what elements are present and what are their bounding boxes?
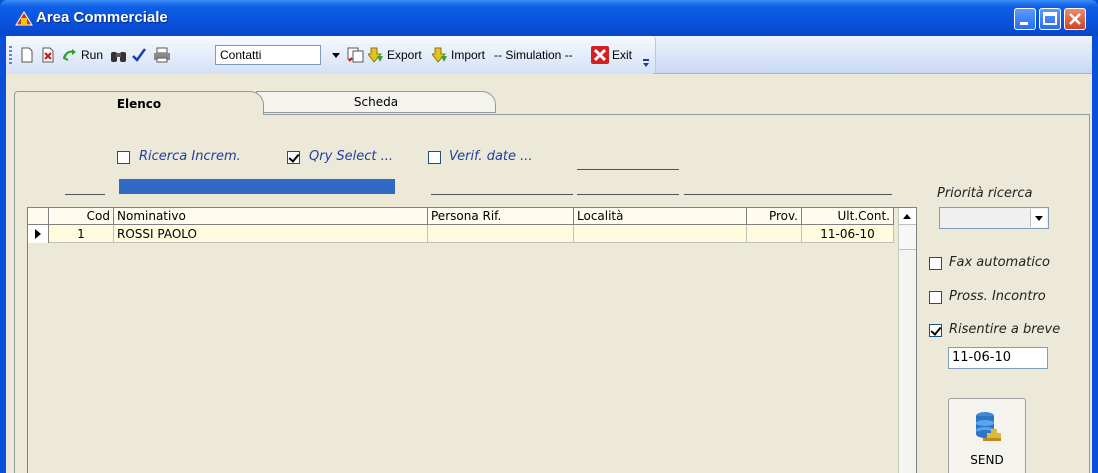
table-row[interactable]: 1 ROSSI PAOLO 11-06-10 [28, 225, 894, 243]
chevron-up-icon [903, 214, 911, 219]
risentire-date-field[interactable]: 11-06-10 [948, 347, 1048, 369]
table-select-value: Contatti [220, 48, 262, 62]
contacts-grid: Cod Nominativo Persona Rif. Località Pro… [27, 207, 917, 473]
exit-button[interactable]: Exit [591, 46, 632, 64]
simulation-label: -- Simulation -- [494, 48, 573, 62]
maximize-icon [1043, 12, 1057, 25]
close-icon [1069, 13, 1081, 25]
app-logo-icon [15, 11, 33, 26]
print-button[interactable] [153, 46, 171, 64]
export-arrow-icon [368, 47, 383, 63]
send-label: SEND [970, 453, 1004, 467]
persona-filter-field[interactable] [431, 194, 573, 195]
import-arrow-icon [432, 47, 447, 63]
copy-documents-icon [347, 47, 364, 63]
import-label: Import [451, 48, 486, 62]
database-send-icon [976, 412, 1001, 441]
grid-header: Cod Nominativo Persona Rif. Località Pro… [28, 208, 894, 225]
ricerca-increm-label: Ricerca Increm. [139, 149, 241, 164]
new-button[interactable] [20, 46, 34, 64]
minimize-button[interactable] [1014, 8, 1036, 30]
col-nominativo[interactable]: Nominativo [114, 208, 428, 225]
export-button[interactable]: Export [368, 46, 422, 64]
run-arrows-icon [62, 49, 76, 61]
col-localita[interactable]: Località [574, 208, 747, 225]
verif-date-checkbox[interactable] [428, 151, 441, 164]
row-pointer-icon [35, 229, 41, 239]
printer-icon [154, 47, 170, 63]
tab-scheda-label: Scheda [353, 95, 399, 109]
toolbar-grip[interactable] [9, 46, 12, 64]
risentire-breve-checkbox[interactable] [929, 324, 942, 337]
qry-select-checkbox[interactable] [287, 151, 300, 164]
risentire-breve-label: Risentire a breve [949, 322, 1061, 337]
grid-header-indicator [28, 208, 49, 225]
run-button[interactable]: Run [62, 46, 103, 64]
ricerca-increm-checkbox[interactable] [117, 151, 130, 164]
chevron-down-icon [1035, 216, 1043, 221]
new-document-icon [21, 47, 33, 63]
copy-button[interactable] [347, 46, 365, 64]
chevron-down-icon[interactable] [331, 48, 341, 62]
priorita-label: Priorità ricerca [937, 186, 1033, 201]
delete-button[interactable] [40, 46, 56, 64]
pross-incontro-label: Pross. Incontro [949, 289, 1046, 304]
exit-x-icon [591, 46, 609, 64]
cell-localita [574, 225, 747, 243]
import-button[interactable]: Import [432, 46, 485, 64]
col-ult-cont[interactable]: Ult.Cont. [802, 208, 894, 225]
minimize-icon [1020, 22, 1028, 25]
tab-elenco-label: Elenco [116, 96, 162, 111]
fax-automatico-checkbox[interactable] [929, 257, 942, 270]
toolbar-strip: Run Contatti Export Import -- Simulation… [6, 36, 656, 74]
cell-nominativo: ROSSI PAOLO [114, 225, 428, 243]
verif-date-label: Verif. date ... [449, 149, 533, 164]
priorita-select[interactable] [939, 207, 1049, 229]
priorita-dropdown-button[interactable] [1030, 209, 1047, 227]
confirm-button[interactable] [131, 46, 147, 64]
col-cod[interactable]: Cod [49, 208, 114, 225]
run-label: Run [81, 48, 104, 62]
elenco-page: Ricerca Increm. Qry Select ... Verif. da… [14, 114, 1090, 473]
checkmark-icon [132, 48, 147, 62]
send-button[interactable]: SEND [948, 398, 1026, 473]
col-prov[interactable]: Prov. [747, 208, 802, 225]
main-panel: Elenco Scheda Ricerca Increm. Qry Select… [6, 74, 1092, 473]
cell-ult-cont: 11-06-10 [802, 225, 894, 243]
qry-select-label: Qry Select ... [309, 149, 394, 164]
toolbar-overflow-icon[interactable] [642, 58, 650, 68]
app-window: Area Commerciale Run Contatti Export Imp… [0, 0, 1098, 473]
toolbar: Run Contatti Export Import -- Simulation… [6, 36, 1092, 74]
exit-label: Exit [612, 48, 633, 62]
localita-filter-field[interactable] [577, 194, 679, 195]
cell-cod: 1 [49, 225, 114, 243]
simulation-button[interactable]: -- Simulation -- [494, 46, 573, 64]
export-label: Export [387, 48, 422, 62]
tab-scheda[interactable]: Scheda [256, 91, 496, 113]
fax-automatico-label: Fax automatico [949, 255, 1050, 270]
title-bar[interactable]: Area Commerciale [0, 0, 1098, 36]
cell-persona-rif [428, 225, 574, 243]
search-button[interactable] [110, 46, 128, 64]
tab-elenco[interactable]: Elenco [14, 91, 264, 115]
pross-incontro-checkbox[interactable] [929, 291, 942, 304]
cod-filter-field[interactable] [65, 194, 105, 195]
delete-document-icon [42, 47, 54, 63]
grid-scrollbar[interactable] [898, 208, 916, 473]
window-border-right [1092, 36, 1098, 473]
maximize-button[interactable] [1039, 8, 1061, 30]
cell-prov [747, 225, 802, 243]
col-persona-rif[interactable]: Persona Rif. [428, 208, 574, 225]
table-select[interactable]: Contatti [215, 45, 321, 65]
nominativo-filter-field[interactable] [119, 179, 395, 194]
binoculars-icon [111, 52, 126, 62]
close-button[interactable] [1064, 8, 1086, 30]
row-indicator[interactable] [28, 225, 49, 243]
scroll-up-button[interactable] [899, 208, 916, 225]
scroll-thumb[interactable] [899, 226, 916, 250]
verif-date-field[interactable] [577, 169, 679, 170]
ultcont-filter-field[interactable] [684, 194, 892, 195]
window-title: Area Commerciale [36, 9, 168, 26]
